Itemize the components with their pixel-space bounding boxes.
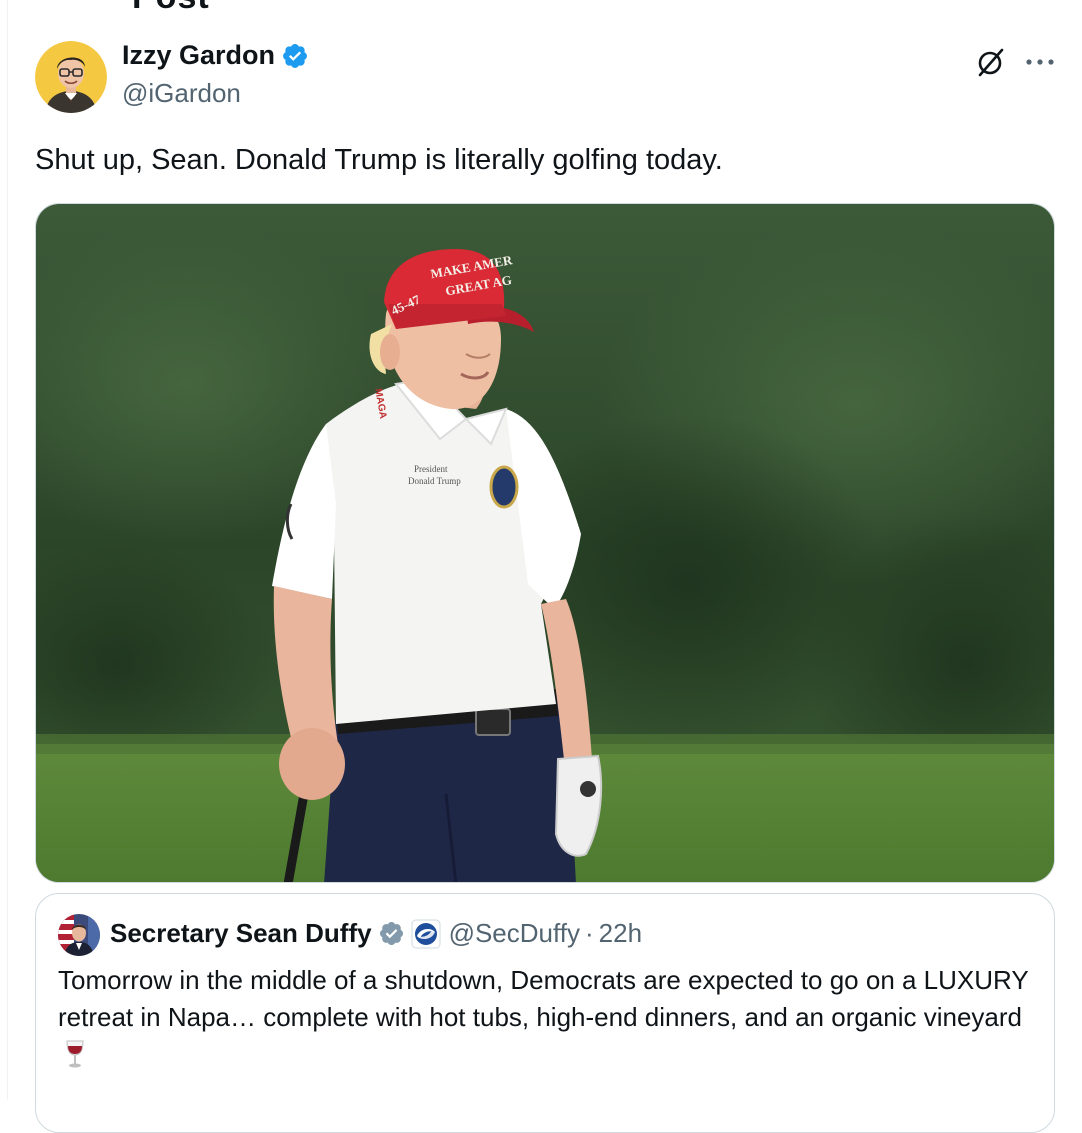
quote-author-name[interactable]: Secretary Sean Duffy	[110, 918, 372, 949]
dot-logo-icon[interactable]	[411, 919, 441, 949]
tweet-text: Shut up, Sean. Donald Trump is literally…	[35, 144, 723, 176]
more-icon[interactable]	[1020, 44, 1060, 80]
author-handle[interactable]: @iGardon	[122, 78, 241, 109]
shirt-embroidery-1: President	[414, 464, 448, 474]
grok-icon[interactable]	[972, 44, 1008, 80]
page-title-partial: Post	[132, 0, 210, 17]
column-border	[7, 0, 8, 1100]
quote-text-content: Tomorrow in the middle of a shutdown, De…	[58, 965, 1029, 1032]
quote-header: Secretary Sean Duffy @SecDuffy · 22h	[110, 918, 642, 949]
wine-glass-icon	[64, 1039, 86, 1079]
shirt-embroidery-2: Donald Trump	[408, 476, 461, 486]
quote-author-avatar[interactable]	[58, 914, 100, 956]
quote-separator: ·	[584, 918, 594, 948]
quote-timestamp[interactable]: 22h	[599, 918, 642, 949]
tweet-photo[interactable]: President Donald Trump MAKE AMER GREAT A…	[35, 203, 1055, 883]
verified-badge-icon	[281, 42, 309, 70]
gray-verified-badge-icon	[378, 920, 405, 947]
author-avatar[interactable]	[35, 41, 107, 113]
author-name-row[interactable]: Izzy Gardon	[122, 40, 309, 71]
quote-author-handle[interactable]: @SecDuffy	[449, 918, 580, 949]
quote-text: Tomorrow in the middle of a shutdown, De…	[58, 962, 1038, 1079]
author-name[interactable]: Izzy Gardon	[122, 40, 275, 71]
quoted-tweet[interactable]: Secretary Sean Duffy @SecDuffy · 22h Tom…	[35, 893, 1055, 1133]
